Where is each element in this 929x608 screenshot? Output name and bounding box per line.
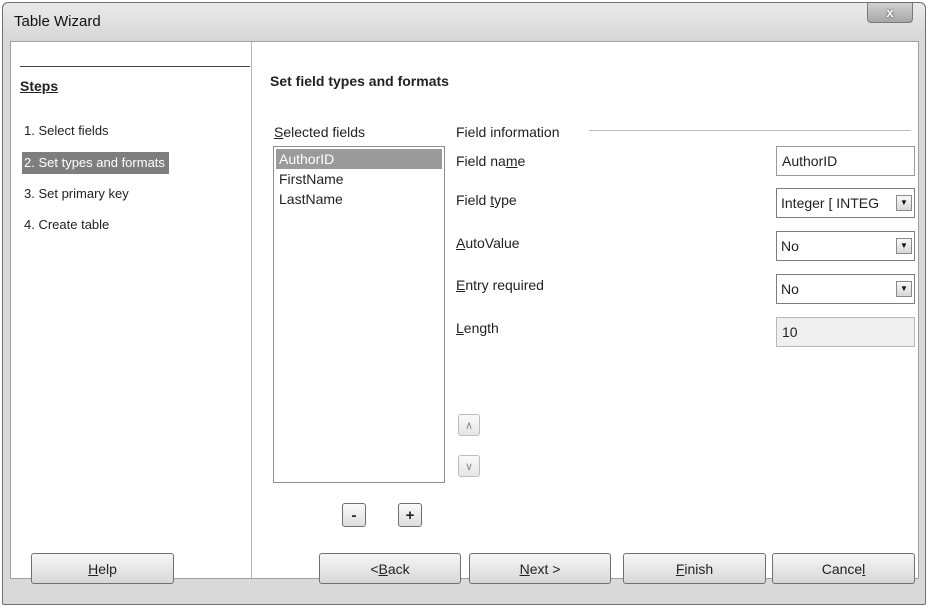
back-button[interactable]: < Back <box>319 553 461 584</box>
finish-mnemonic: F <box>675 560 685 577</box>
chevron-down-icon: ∨ <box>464 460 474 473</box>
field-type-label: Field type <box>456 192 517 208</box>
cancel-mnemonic: l <box>862 560 866 577</box>
length-label: Length <box>456 320 499 336</box>
page-title: Set field types and formats <box>270 73 449 89</box>
chevron-down-icon[interactable]: ▼ <box>896 195 912 211</box>
cancel-button[interactable]: Cance l <box>772 553 915 584</box>
back-mnemonic: B <box>378 560 388 577</box>
help-label-text: elp <box>98 560 117 577</box>
length-mnemonic: L <box>456 320 464 336</box>
next-mnemonic: N <box>519 560 530 577</box>
remove-field-button[interactable]: - <box>342 503 366 527</box>
autovalue-select[interactable]: No ▼ <box>776 231 915 261</box>
selected-fields-label-text: elected fields <box>283 124 366 140</box>
entry-required-label-text: ntry required <box>465 277 544 293</box>
entry-required-label: Entry required <box>456 277 544 293</box>
step-set-types-and-formats[interactable]: 2. Set types and formats <box>22 152 169 174</box>
length-input[interactable]: 10 <box>776 317 915 347</box>
field-name-input[interactable]: AuthorID <box>776 146 915 176</box>
close-icon: x <box>886 5 894 20</box>
move-up-button[interactable]: ∧ <box>458 414 480 436</box>
next-label-text: ext > <box>529 560 561 577</box>
list-item[interactable]: AuthorID <box>276 149 442 169</box>
field-type-label-text: Field <box>456 192 491 208</box>
wizard-content: Steps 1. Select fields 2. Set types and … <box>10 41 919 579</box>
help-button[interactable]: Help <box>31 553 174 584</box>
chevron-down-icon[interactable]: ▼ <box>896 281 912 297</box>
field-name-label-text: Field na <box>456 153 506 169</box>
selected-fields-list[interactable]: AuthorID FirstName LastName <box>273 146 445 483</box>
field-type-select[interactable]: Integer [ INTEG ▼ <box>776 188 915 218</box>
entry-required-mnemonic: E <box>456 277 466 293</box>
chevron-down-icon[interactable]: ▼ <box>896 238 912 254</box>
autovalue-mnemonic: A <box>456 235 466 251</box>
field-type-label-end: ype <box>494 192 517 208</box>
step-select-fields[interactable]: 1. Select fields <box>22 120 113 142</box>
selected-fields-label: Selected fields <box>274 124 365 140</box>
close-button[interactable]: x <box>867 3 913 23</box>
help-mnemonic: H <box>88 560 99 577</box>
list-item[interactable]: LastName <box>276 189 442 209</box>
finish-label-text: inish <box>684 560 714 577</box>
field-information-divider <box>589 130 911 131</box>
field-information-label: Field information <box>456 124 560 140</box>
autovalue-value: No <box>781 238 799 254</box>
entry-required-value: No <box>781 281 799 297</box>
back-label-text: ack <box>387 560 410 577</box>
field-name-label: Field name <box>456 153 525 169</box>
window-title: Table Wizard <box>14 13 101 30</box>
field-name-mnemonic: m <box>505 153 518 169</box>
move-down-button[interactable]: ∨ <box>458 455 480 477</box>
add-field-button[interactable]: + <box>398 503 422 527</box>
length-label-text: ength <box>463 320 499 336</box>
steps-pane: Steps 1. Select fields 2. Set types and … <box>11 42 252 578</box>
next-button[interactable]: Next > <box>469 553 611 584</box>
entry-required-select[interactable]: No ▼ <box>776 274 915 304</box>
table-wizard-window: Table Wizard x Steps 1. Select fields 2.… <box>2 2 926 605</box>
finish-button[interactable]: Finish <box>623 553 766 584</box>
list-item[interactable]: FirstName <box>276 169 442 189</box>
back-label-start: < <box>370 560 379 577</box>
step-create-table[interactable]: 4. Create table <box>22 214 113 236</box>
field-name-label-end: e <box>517 153 526 169</box>
autovalue-label: AutoValue <box>456 235 520 251</box>
chevron-up-icon: ∧ <box>464 419 474 432</box>
title-bar: Table Wizard x <box>3 3 925 41</box>
field-type-value: Integer [ INTEG <box>781 195 880 211</box>
step-set-primary-key[interactable]: 3. Set primary key <box>22 183 133 205</box>
autovalue-label-text: utoValue <box>465 235 520 251</box>
selected-fields-mnemonic: S <box>274 124 284 140</box>
cancel-label-text: Cance <box>821 560 863 577</box>
steps-title: Steps <box>20 66 250 94</box>
